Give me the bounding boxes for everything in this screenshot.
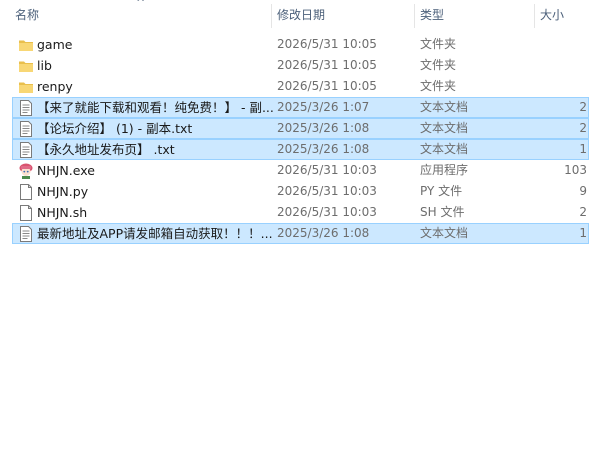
file-name: NHJN.sh [37,205,88,220]
file-icon [18,184,34,200]
text-document-icon [18,142,34,158]
text-document-icon [18,121,34,137]
file-type: 应用程序 [420,163,469,177]
file-row[interactable]: 【永久地址发布页】 .txt 2025/3/26 1:08 文本文档 1 [12,139,589,160]
file-row[interactable]: NHJN.exe 2026/5/31 10:03 应用程序 103 [12,160,589,181]
file-name: 【论坛介绍】 (1) - 副本.txt [37,121,193,136]
file-icon [18,205,34,221]
column-header-size[interactable]: 大小 [534,0,595,30]
file-row[interactable]: lib 2026/5/31 10:05 文件夹 [12,55,589,76]
file-size [533,35,587,54]
file-name: 最新地址及APP请发邮箱自动获取！！！... [37,226,273,241]
column-header-name[interactable]: 名称 [9,0,271,30]
file-row[interactable]: NHJN.py 2026/5/31 10:03 PY 文件 9 [12,181,589,202]
file-row[interactable]: NHJN.sh 2026/5/31 10:03 SH 文件 2 [12,202,589,223]
text-document-icon [18,226,34,242]
file-modified-date: 2026/5/31 10:05 [277,79,377,93]
file-name: NHJN.exe [37,163,95,178]
file-type: 文件夹 [420,37,457,51]
file-row[interactable]: 【来了就能下载和观看！纯免费！】 - 副... 2025/3/26 1:07 文本文… [12,97,589,118]
file-size: 1 [579,142,587,156]
file-modified-date: 2026/5/31 10:05 [277,58,377,72]
file-type: PY 文件 [420,184,463,198]
file-size: 2 [579,100,587,114]
file-row[interactable]: game 2026/5/31 10:05 文件夹 [12,34,589,55]
column-header-date[interactable]: 修改日期 [271,0,414,30]
folder-icon [18,79,34,95]
file-type: 文本文档 [420,142,469,156]
file-name: NHJN.py [37,184,89,199]
file-type: 文本文档 [420,100,469,114]
file-modified-date: 2026/5/31 10:03 [277,184,377,198]
column-header-type[interactable]: 类型 [414,0,534,30]
file-size: 103 [564,163,587,177]
column-header-type-label: 类型 [420,8,445,22]
text-document-icon [18,100,34,116]
file-type: 文本文档 [420,226,469,240]
file-name: 【来了就能下载和观看！纯免费！】 - 副... [37,100,274,115]
file-explorer-view: ^ 名称 修改日期 类型 大小 game 2026/5/31 10:05 文件夹 li… [0,0,595,474]
file-row[interactable]: 最新地址及APP请发邮箱自动获取！！！... 2025/3/26 1:08 文本文档… [12,223,589,244]
file-name: renpy [37,79,73,94]
file-modified-date: 2025/3/26 1:08 [277,226,370,240]
file-modified-date: 2025/3/26 1:08 [277,142,370,156]
file-name: lib [37,58,52,73]
file-name: game [37,37,73,52]
column-header-bar: ^ 名称 修改日期 类型 大小 [0,0,595,30]
file-modified-date: 2025/3/26 1:08 [277,121,370,135]
file-size: 1 [579,226,587,240]
column-header-name-label: 名称 [15,8,40,22]
file-size [533,77,587,96]
file-type: 文本文档 [420,121,469,135]
file-size: 2 [579,121,587,135]
file-size: 9 [579,184,587,198]
column-header-size-label: 大小 [540,8,565,22]
file-modified-date: 2025/3/26 1:07 [277,100,370,114]
folder-icon [18,58,34,74]
file-modified-date: 2026/5/31 10:05 [277,37,377,51]
file-type: SH 文件 [420,205,465,219]
folder-icon [18,37,34,53]
column-header-date-label: 修改日期 [277,8,326,22]
application-icon [18,163,34,179]
file-row[interactable]: 【论坛介绍】 (1) - 副本.txt 2025/3/26 1:08 文本文档 2 [12,118,589,139]
file-row[interactable]: renpy 2026/5/31 10:05 文件夹 [12,76,589,97]
file-modified-date: 2026/5/31 10:03 [277,163,377,177]
file-name: 【永久地址发布页】 .txt [37,142,175,157]
file-type: 文件夹 [420,58,457,72]
file-type: 文件夹 [420,79,457,93]
file-size [533,56,587,75]
file-modified-date: 2026/5/31 10:03 [277,205,377,219]
file-size: 2 [579,205,587,219]
